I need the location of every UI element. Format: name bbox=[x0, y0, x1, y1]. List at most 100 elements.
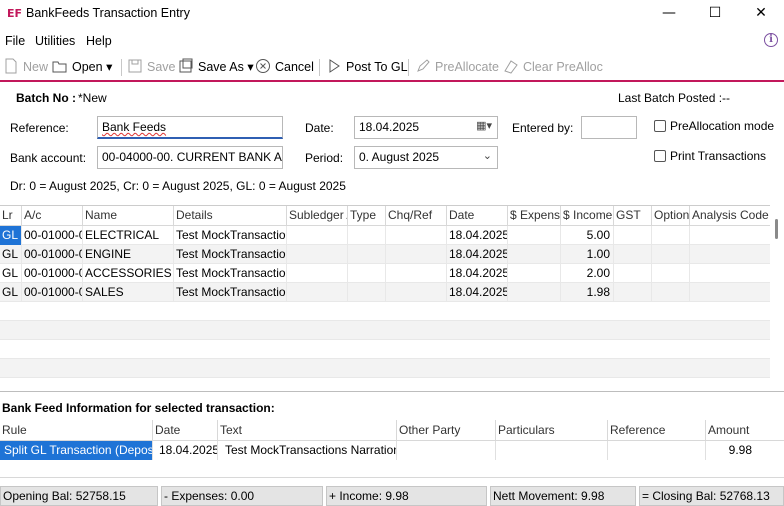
preallocation-mode-checkbox[interactable] bbox=[654, 120, 666, 132]
cell-ac[interactable]: 00-01000-0 bbox=[22, 245, 83, 264]
feed-rule-cell[interactable]: Split GL Transaction (Depos bbox=[0, 441, 153, 460]
feed-reference-cell[interactable] bbox=[608, 441, 706, 460]
table-row[interactable]: GL 00-01000-0 ENGINE Test MockTransactio… bbox=[0, 245, 770, 264]
cell-income[interactable]: 2.00 bbox=[561, 264, 614, 283]
cell-expense[interactable] bbox=[508, 226, 561, 245]
cell-option[interactable] bbox=[652, 245, 690, 264]
calendar-icon[interactable]: ▦▾ bbox=[476, 119, 492, 132]
column-header[interactable]: Text bbox=[218, 420, 397, 441]
feed-amount-cell[interactable]: 9.98 bbox=[706, 441, 784, 460]
cell-analysis[interactable] bbox=[690, 264, 770, 283]
new-button[interactable]: New bbox=[3, 58, 48, 74]
cell-analysis[interactable] bbox=[690, 226, 770, 245]
cell-income[interactable]: 1.00 bbox=[561, 245, 614, 264]
column-header[interactable]: Date bbox=[447, 206, 508, 226]
menu-help[interactable]: Help bbox=[86, 34, 112, 48]
cell-chqref[interactable] bbox=[386, 283, 447, 302]
post-to-gl-button[interactable]: Post To GL bbox=[326, 58, 408, 74]
column-header[interactable]: $ Expense bbox=[508, 206, 561, 226]
cell-name[interactable]: ELECTRICAL bbox=[83, 226, 174, 245]
reference-field[interactable]: Bank Feeds bbox=[97, 116, 283, 139]
save-as-button[interactable]: Save As ▾ bbox=[178, 58, 254, 74]
preallocate-button[interactable]: PreAllocate bbox=[415, 58, 499, 74]
cell-gst[interactable] bbox=[614, 283, 652, 302]
cell-type[interactable] bbox=[348, 264, 386, 283]
grid-scrollbar[interactable] bbox=[770, 205, 784, 392]
cell-subledger[interactable] bbox=[287, 283, 348, 302]
cell-date[interactable]: 18.04.2025 bbox=[447, 245, 508, 264]
table-row[interactable]: GL 00-01000-0 ELECTRICAL Test MockTransa… bbox=[0, 226, 770, 245]
cell-expense[interactable] bbox=[508, 245, 561, 264]
cell-name[interactable]: ACCESSORIES bbox=[83, 264, 174, 283]
cell-chqref[interactable] bbox=[386, 245, 447, 264]
cell-details[interactable]: Test MockTransactio bbox=[174, 226, 287, 245]
cell-option[interactable] bbox=[652, 283, 690, 302]
column-header[interactable]: Rule bbox=[0, 420, 153, 441]
cell-name[interactable]: ENGINE bbox=[83, 245, 174, 264]
cell-option[interactable] bbox=[652, 264, 690, 283]
feed-text-cell[interactable]: Test MockTransactions Narration bbox=[218, 441, 397, 460]
column-header[interactable]: Type bbox=[348, 206, 386, 226]
scroll-thumb[interactable] bbox=[775, 219, 778, 239]
table-row[interactable]: GL 00-01000-0 SALES Test MockTransactio … bbox=[0, 283, 770, 302]
cell-details[interactable]: Test MockTransactio bbox=[174, 245, 287, 264]
column-header[interactable]: Amount bbox=[706, 420, 784, 441]
cell-lr[interactable]: GL bbox=[0, 264, 22, 283]
cell-type[interactable] bbox=[348, 245, 386, 264]
cell-subledger[interactable] bbox=[287, 264, 348, 283]
feed-other-party-cell[interactable] bbox=[397, 441, 496, 460]
cell-details[interactable]: Test MockTransactio bbox=[174, 264, 287, 283]
cell-lr[interactable]: GL bbox=[0, 226, 22, 245]
cell-option[interactable] bbox=[652, 226, 690, 245]
info-icon[interactable]: i bbox=[764, 33, 778, 47]
cell-gst[interactable] bbox=[614, 245, 652, 264]
column-header[interactable]: Name bbox=[83, 206, 174, 226]
cell-name[interactable]: SALES bbox=[83, 283, 174, 302]
cell-subledger[interactable] bbox=[287, 226, 348, 245]
cell-expense[interactable] bbox=[508, 283, 561, 302]
cell-type[interactable] bbox=[348, 226, 386, 245]
column-header[interactable]: Reference bbox=[608, 420, 706, 441]
cell-income[interactable]: 5.00 bbox=[561, 226, 614, 245]
close-button[interactable]: ✕ bbox=[738, 2, 784, 26]
column-header[interactable]: Analysis Code bbox=[690, 206, 770, 226]
period-select[interactable]: 0. August 2025 ⌄ bbox=[354, 146, 498, 169]
cell-date[interactable]: 18.04.2025 bbox=[447, 264, 508, 283]
entered-by-field[interactable] bbox=[581, 116, 637, 139]
cell-type[interactable] bbox=[348, 283, 386, 302]
maximize-button[interactable]: ☐ bbox=[692, 2, 738, 26]
date-picker[interactable]: 18.04.2025 ▦▾ bbox=[354, 116, 498, 139]
column-header[interactable]: Particulars bbox=[496, 420, 608, 441]
cell-chqref[interactable] bbox=[386, 226, 447, 245]
table-row[interactable]: GL 00-01000-0 ACCESSORIES Test MockTrans… bbox=[0, 264, 770, 283]
cell-details[interactable]: Test MockTransactio bbox=[174, 283, 287, 302]
cancel-button[interactable]: Cancel bbox=[255, 58, 314, 74]
column-header[interactable]: $ Income bbox=[561, 206, 614, 226]
clear-prealloc-button[interactable]: Clear PreAlloc bbox=[503, 58, 603, 74]
bank-account-field[interactable]: 00-04000-00. CURRENT BANK ACC bbox=[97, 146, 283, 169]
cell-date[interactable]: 18.04.2025 bbox=[447, 226, 508, 245]
cell-gst[interactable] bbox=[614, 264, 652, 283]
minimize-button[interactable]: — bbox=[646, 2, 692, 26]
cell-income[interactable]: 1.98 bbox=[561, 283, 614, 302]
cell-ac[interactable]: 00-01000-0 bbox=[22, 226, 83, 245]
cell-lr[interactable]: GL bbox=[0, 245, 22, 264]
open-button[interactable]: Open ▾ bbox=[52, 58, 112, 74]
cell-lr[interactable]: GL bbox=[0, 283, 22, 302]
cell-expense[interactable] bbox=[508, 264, 561, 283]
menu-utilities[interactable]: Utilities bbox=[35, 34, 75, 48]
column-header[interactable]: Option bbox=[652, 206, 690, 226]
cell-chqref[interactable] bbox=[386, 264, 447, 283]
column-header[interactable]: Chq/Ref bbox=[386, 206, 447, 226]
feed-particulars-cell[interactable] bbox=[496, 441, 608, 460]
column-header[interactable]: GST bbox=[614, 206, 652, 226]
cell-analysis[interactable] bbox=[690, 245, 770, 264]
cell-subledger[interactable] bbox=[287, 245, 348, 264]
column-header[interactable]: Other Party bbox=[397, 420, 496, 441]
cell-analysis[interactable] bbox=[690, 283, 770, 302]
menu-file[interactable]: File bbox=[5, 34, 25, 48]
column-header[interactable]: Lr bbox=[0, 206, 22, 226]
column-header[interactable]: Subledger A bbox=[287, 206, 348, 226]
cell-date[interactable]: 18.04.2025 bbox=[447, 283, 508, 302]
save-button[interactable]: Save bbox=[127, 58, 176, 74]
